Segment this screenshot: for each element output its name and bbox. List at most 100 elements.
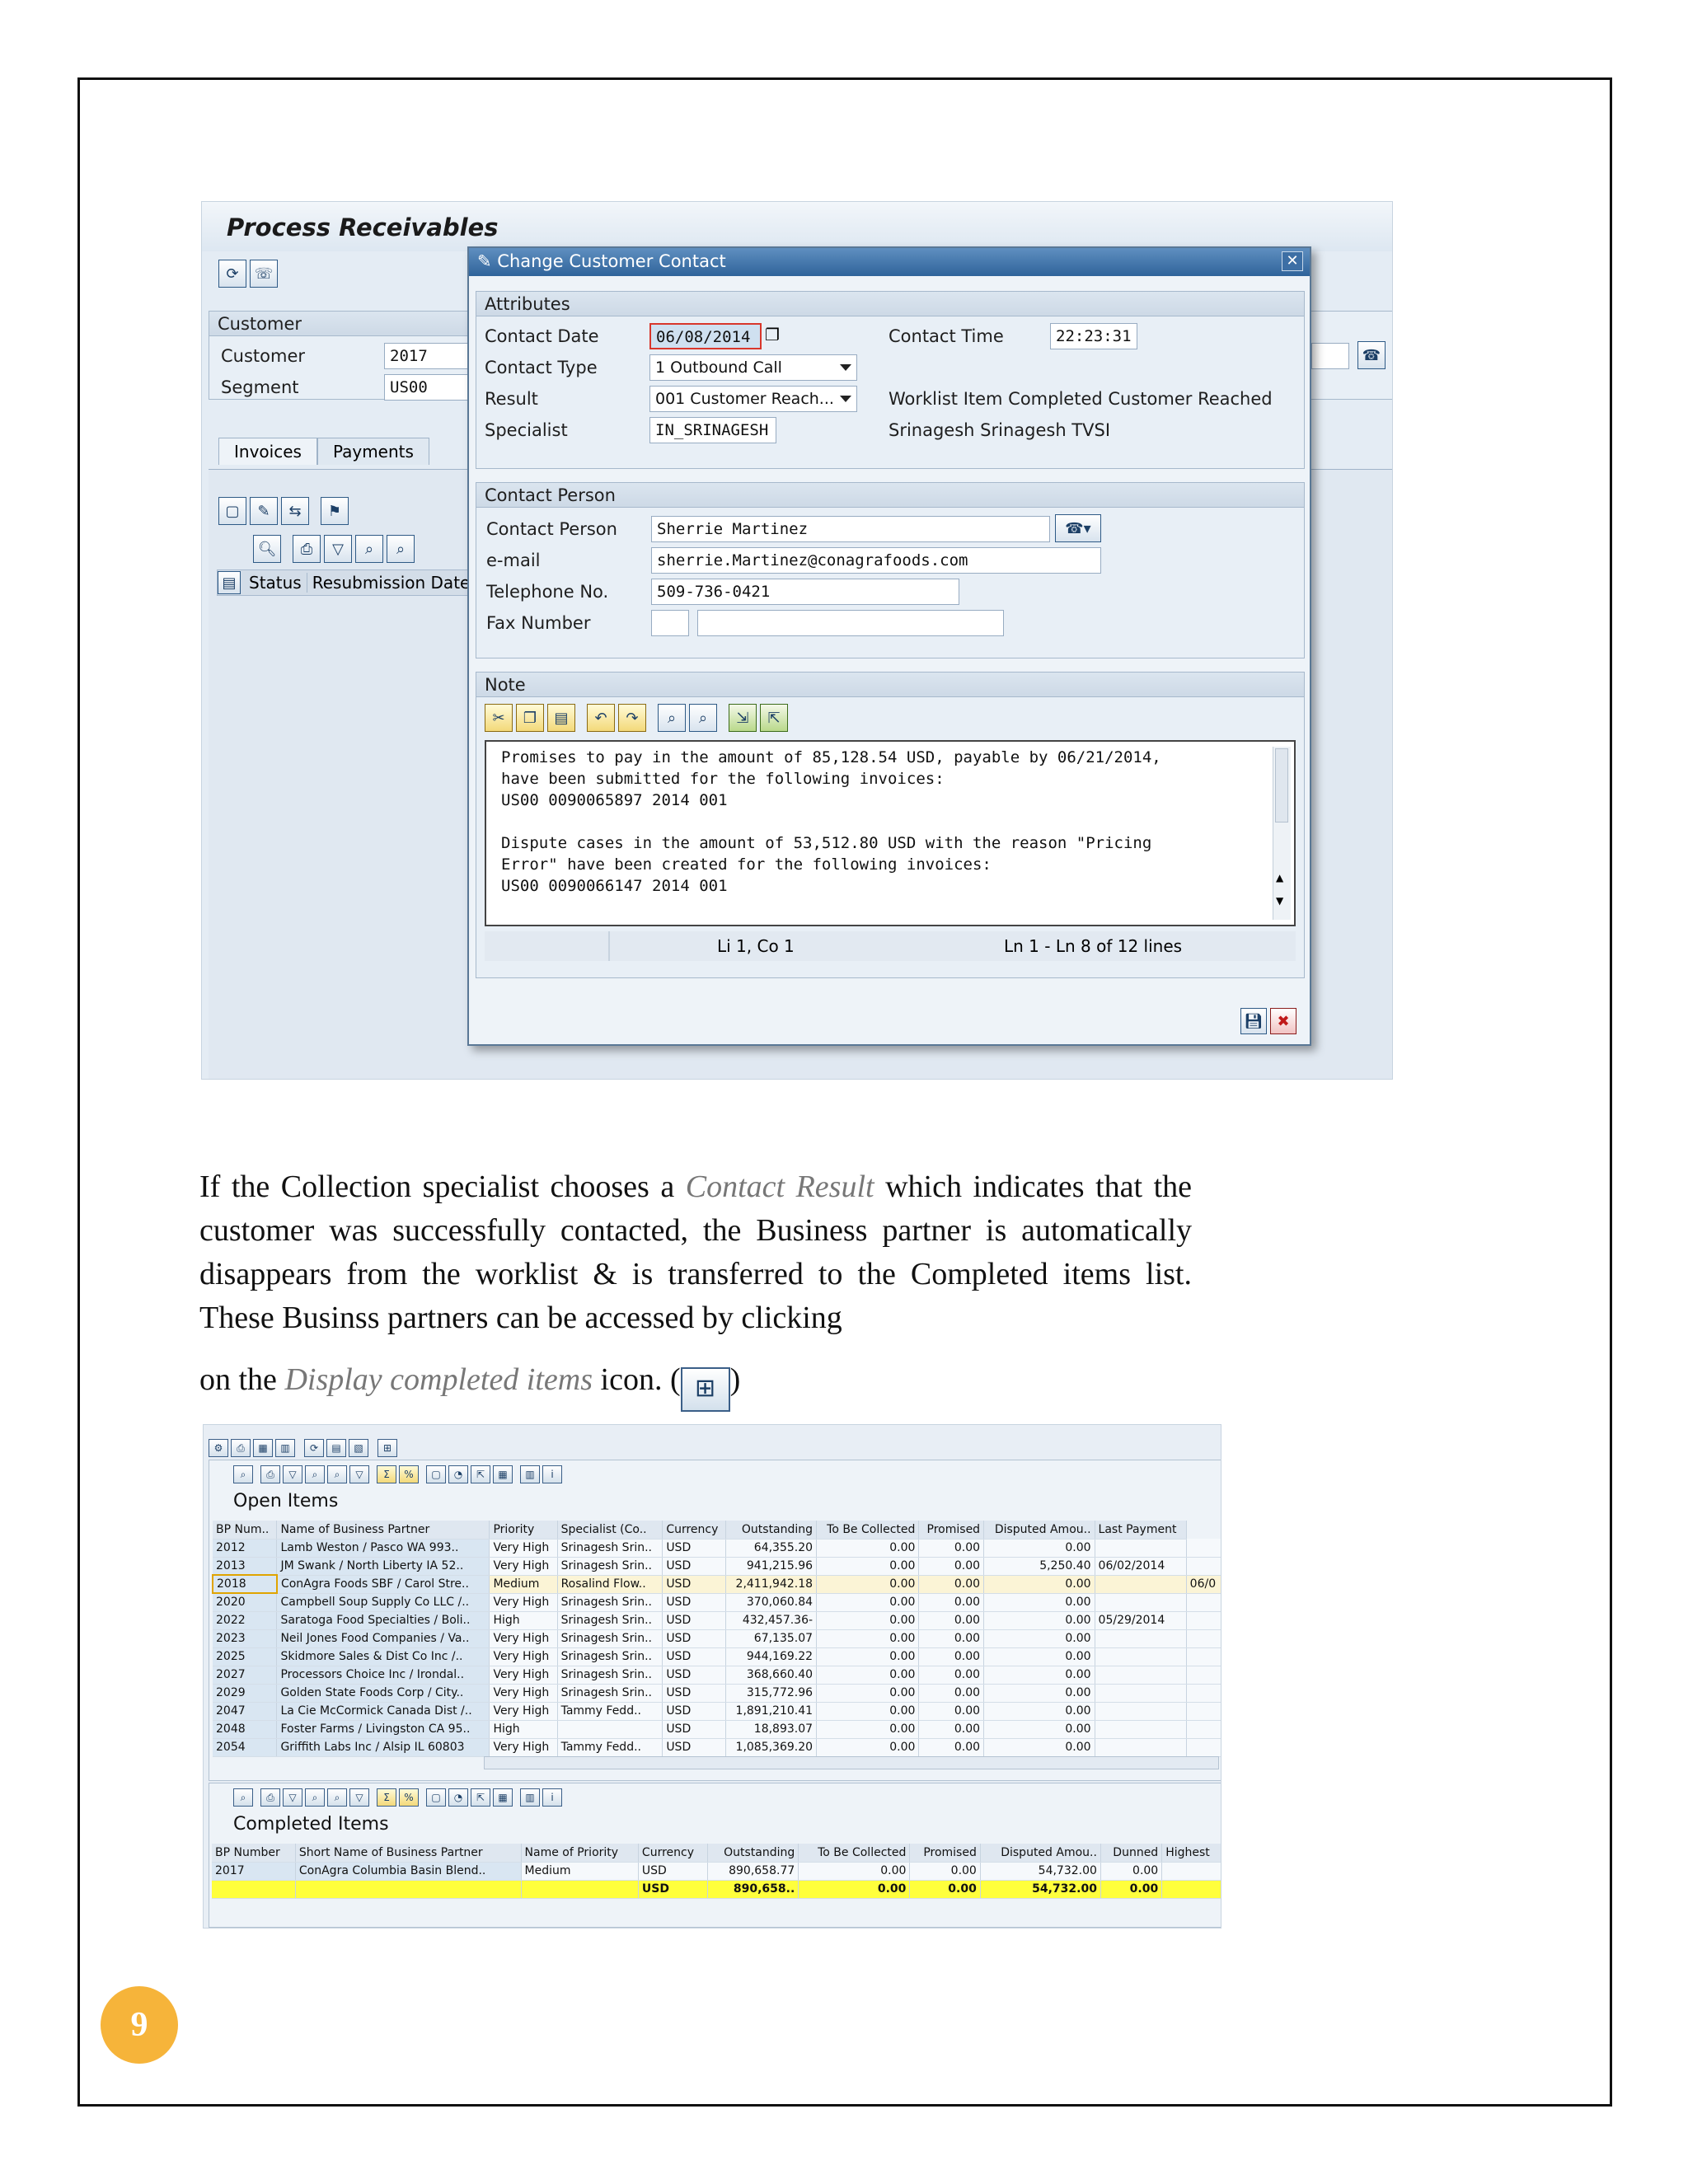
export-icon[interactable]: ⇱: [760, 704, 788, 732]
table-row[interactable]: 2023 Neil Jones Food Companies / Va.. Very…: [213, 1629, 1221, 1648]
table-row[interactable]: 2020 Campbell Soup Supply Co LLC /.. Very …: [213, 1593, 1221, 1612]
email-field[interactable]: sherrie.Martinez@conagrafoods.com: [651, 547, 1101, 574]
info-icon[interactable]: i: [542, 1465, 562, 1483]
completed-column-header[interactable]: Disputed Amou..: [980, 1844, 1101, 1863]
open-column-header[interactable]: Name of Business Partner: [276, 1521, 490, 1540]
import-icon[interactable]: ⇲: [729, 704, 757, 732]
refresh-icon[interactable]: ⟳: [304, 1439, 324, 1457]
filter-icon[interactable]: ▽: [324, 535, 352, 563]
find-icon[interactable]: ⌕: [355, 535, 383, 563]
table-row[interactable]: 2013 JM Swank / North Liberty IA 52.. Very…: [213, 1557, 1221, 1576]
details-icon[interactable]: 🔍︎: [253, 535, 281, 563]
abc-analysis-icon[interactable]: ▥: [520, 1465, 540, 1483]
table-row[interactable]: 2025 Skidmore Sales & Dist Co Inc /.. Very…: [213, 1647, 1221, 1666]
contact-type-select[interactable]: 1 Outbound Call: [649, 354, 857, 381]
completed-column-header[interactable]: Name of Priority: [521, 1844, 639, 1863]
info-icon[interactable]: i: [542, 1788, 562, 1807]
open-column-header[interactable]: BP Num..: [213, 1521, 278, 1540]
table-row[interactable]: 2022 Saratoga Food Specialties / Boli.. Hi…: [213, 1611, 1221, 1630]
details-icon[interactable]: ⌕: [233, 1465, 253, 1483]
scroll-up-icon[interactable]: ▲: [1276, 872, 1283, 883]
table-row[interactable]: 2048 Foster Farms / Livingston CA 95.. Hig…: [213, 1720, 1221, 1739]
note-icon[interactable]: ▤: [326, 1439, 346, 1457]
set-filter-icon[interactable]: ▽: [349, 1465, 369, 1483]
new-document-icon[interactable]: ▢: [218, 497, 246, 525]
find-next-icon[interactable]: ⌕: [327, 1465, 347, 1483]
print-preview-icon[interactable]: ▢: [426, 1465, 446, 1483]
change-icon[interactable]: ⇆: [281, 497, 309, 525]
process-icon[interactable]: ⚙: [209, 1439, 228, 1457]
subtotal-icon[interactable]: %: [399, 1465, 419, 1483]
refresh-icon[interactable]: ⟳: [218, 260, 246, 288]
table-row[interactable]: 2012 Lamb Weston / Pasco WA 993.. Very Hig…: [213, 1539, 1221, 1558]
find-next-icon[interactable]: ⌕: [689, 704, 717, 732]
save-icon[interactable]: 💾︎: [1240, 1008, 1267, 1034]
table-row[interactable]: 2029 Golden State Foods Corp / City.. Very…: [213, 1684, 1221, 1703]
completed-column-header[interactable]: BP Number: [212, 1844, 296, 1863]
undo-icon[interactable]: ↶: [587, 704, 615, 732]
filter-icon[interactable]: ▽: [283, 1788, 302, 1807]
completed-column-header[interactable]: To Be Collected: [798, 1844, 911, 1863]
specialist-field[interactable]: IN_SRINAGESH: [649, 417, 776, 443]
graph-icon[interactable]: ◔: [448, 1465, 468, 1483]
cut-icon[interactable]: ✂: [485, 704, 513, 732]
table-row[interactable]: 2047 La Cie McCormick Canada Dist /.. Very…: [213, 1702, 1221, 1721]
open-column-header[interactable]: To Be Collected: [816, 1521, 920, 1540]
completed-column-header[interactable]: Outstanding: [707, 1844, 799, 1863]
copy-icon[interactable]: ❐: [516, 704, 544, 732]
edit-icon[interactable]: ✎: [250, 497, 278, 525]
cancel-icon[interactable]: ✖: [1270, 1008, 1296, 1034]
print-icon[interactable]: ⎙: [260, 1788, 280, 1807]
telephone-field[interactable]: 509-736-0421: [651, 579, 959, 605]
table-row[interactable]: 2018 ConAgra Foods SBF / Carol Stre.. Medi…: [212, 1574, 1221, 1594]
calendar-icon[interactable]: ❐: [765, 325, 780, 344]
filter-icon[interactable]: ▽: [283, 1465, 302, 1483]
open-column-header[interactable]: Disputed Amou..: [983, 1521, 1095, 1540]
contact-time-field[interactable]: 22:23:31: [1050, 323, 1137, 349]
result-select[interactable]: 001 Customer Reach...: [649, 386, 857, 412]
tab-payments[interactable]: Payments: [316, 438, 429, 465]
completed-column-header[interactable]: Highest: [1161, 1844, 1221, 1863]
sum-icon[interactable]: Σ: [377, 1788, 396, 1807]
note-editor[interactable]: Promises to pay in the amount of 85,128.…: [485, 740, 1296, 926]
print-icon[interactable]: ⎙: [260, 1465, 280, 1483]
find-icon[interactable]: ⌕: [305, 1465, 325, 1483]
table-row[interactable]: 2017 ConAgra Columbia Basin Blend.. Medium…: [212, 1862, 1221, 1881]
print-preview-icon[interactable]: ▢: [426, 1788, 446, 1807]
display-completed-items-icon[interactable]: ⊞: [377, 1439, 397, 1457]
open-column-header[interactable]: Specialist (Co..: [557, 1521, 663, 1540]
graph-icon[interactable]: ◔: [448, 1788, 468, 1807]
horizontal-scrollbar[interactable]: [484, 1756, 1219, 1769]
contact-date-field[interactable]: 06/08/2014: [649, 323, 762, 349]
find-next-icon[interactable]: ⌕: [387, 535, 415, 563]
subtotal-icon[interactable]: %: [399, 1788, 419, 1807]
completed-column-header[interactable]: Short Name of Business Partner: [295, 1844, 522, 1863]
completed-column-header[interactable]: Promised: [909, 1844, 981, 1863]
export-icon[interactable]: ▦: [253, 1439, 273, 1457]
print-icon[interactable]: ⎙: [231, 1439, 251, 1457]
scrollbar-thumb[interactable]: [1275, 748, 1288, 823]
scroll-down-icon[interactable]: ▼: [1276, 895, 1283, 907]
details-icon[interactable]: ⌕: [233, 1788, 253, 1807]
sum-icon[interactable]: Σ: [377, 1465, 396, 1483]
note-scrollbar[interactable]: ▲ ▼: [1273, 747, 1291, 920]
status-column-header[interactable]: Status: [244, 573, 307, 593]
find-icon[interactable]: ⌕: [658, 704, 686, 732]
find-next-icon[interactable]: ⌕: [327, 1788, 347, 1807]
fax-country-field[interactable]: [651, 610, 689, 636]
layout-icon[interactable]: ▦: [493, 1788, 513, 1807]
abc-analysis-icon[interactable]: ▥: [520, 1788, 540, 1807]
resubmission-date-column-header[interactable]: Resubmission Date: [307, 573, 476, 593]
tab-invoices[interactable]: Invoices: [218, 438, 317, 465]
layout-icon[interactable]: ▥: [275, 1439, 295, 1457]
redo-icon[interactable]: ↷: [618, 704, 646, 732]
set-filter-icon[interactable]: ▽: [349, 1788, 369, 1807]
find-icon[interactable]: ⌕: [305, 1788, 325, 1807]
export-icon[interactable]: ⇱: [471, 1788, 490, 1807]
open-column-header[interactable]: Currency: [662, 1521, 727, 1540]
contact-lookup-icon[interactable]: ☎: [1357, 341, 1386, 369]
paste-icon[interactable]: ▤: [547, 704, 575, 732]
table-row[interactable]: 2027 Processors Choice Inc / Irondal.. Ver…: [213, 1666, 1221, 1685]
completed-column-header[interactable]: Currency: [638, 1844, 708, 1863]
layout-icon[interactable]: ▦: [493, 1465, 513, 1483]
